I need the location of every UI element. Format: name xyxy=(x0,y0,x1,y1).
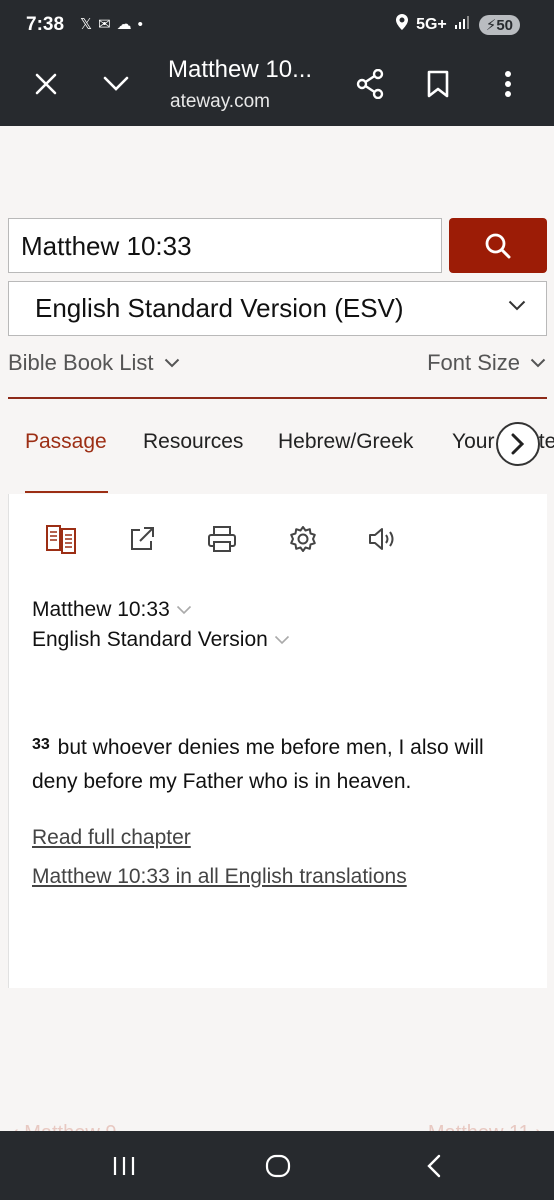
more-vertical-icon xyxy=(505,71,511,97)
cloud-icon: ☁ xyxy=(116,16,132,33)
recent-apps-button[interactable] xyxy=(104,1148,144,1184)
status-time: 7:38 xyxy=(26,14,65,35)
close-tab-button[interactable] xyxy=(24,62,68,106)
verse-number: 33 xyxy=(32,736,50,753)
tabs-scroll-right-button[interactable] xyxy=(496,422,540,466)
verse-text: but whoever denies me before men, I also… xyxy=(32,736,484,793)
read-full-chapter-link[interactable]: Read full chapter xyxy=(32,826,191,850)
printer-icon xyxy=(208,526,236,552)
chevron-down-icon xyxy=(176,605,191,615)
chevron-down-icon xyxy=(530,358,546,368)
tab-passage[interactable]: Passage xyxy=(25,430,107,454)
tab-url[interactable]: ateway.com xyxy=(170,91,270,113)
dot-icon: • xyxy=(137,15,143,33)
mail-icon: ✉ xyxy=(98,16,111,33)
open-new-window-button[interactable] xyxy=(124,521,160,557)
more-menu-button[interactable] xyxy=(486,62,530,106)
recents-icon xyxy=(113,1157,135,1175)
passage-version-dropdown[interactable]: English Standard Version xyxy=(32,628,290,652)
battery-indicator: ⚡50 xyxy=(478,14,520,35)
settings-button[interactable] xyxy=(285,521,321,557)
search-icon xyxy=(485,233,511,258)
parallel-book-icon xyxy=(46,525,76,554)
collapse-button[interactable] xyxy=(94,62,138,106)
chevron-down-icon xyxy=(164,358,179,368)
signal-icon xyxy=(454,15,471,34)
tab-hebrew-greek[interactable]: Hebrew/Greek xyxy=(278,430,413,454)
browser-chrome: 7:38 𝕏 ✉ ☁ • 5G+ ⚡50 Matthew 10... atewa… xyxy=(0,0,554,126)
print-button[interactable] xyxy=(204,521,240,557)
battery-level: 50 xyxy=(496,16,513,34)
passage-reference-dropdown[interactable]: Matthew 10:33 xyxy=(32,598,192,622)
location-icon xyxy=(396,14,409,35)
version-select-value: English Standard Version (ESV) xyxy=(35,293,404,323)
passage-reference: Matthew 10:33 xyxy=(32,598,170,621)
gear-icon xyxy=(290,526,316,552)
status-bar: 7:38 𝕏 ✉ ☁ • 5G+ ⚡50 xyxy=(0,0,554,50)
parallel-view-button[interactable] xyxy=(43,521,79,557)
audio-button[interactable] xyxy=(365,521,401,557)
home-button[interactable] xyxy=(258,1148,298,1184)
font-size-label: Font Size xyxy=(427,350,520,375)
chevron-down-icon xyxy=(103,76,129,91)
section-divider xyxy=(8,397,547,399)
chevron-right-icon xyxy=(511,433,525,455)
status-right: 5G+ ⚡50 xyxy=(396,14,520,35)
share-button[interactable] xyxy=(348,62,392,106)
bookmark-icon xyxy=(427,70,449,98)
external-link-icon xyxy=(131,527,154,550)
verse-text-block: 33 but whoever denies me before men, I a… xyxy=(32,728,532,799)
speaker-icon xyxy=(369,528,394,550)
system-nav-bar xyxy=(0,1131,554,1200)
bible-book-list-toggle[interactable]: Bible Book List xyxy=(8,350,180,376)
x-app-icon: 𝕏 xyxy=(80,16,93,33)
passage-search-input[interactable]: Matthew 10:33 xyxy=(8,218,442,273)
notification-icons: 𝕏 ✉ ☁ • xyxy=(80,15,143,34)
font-size-toggle[interactable]: Font Size xyxy=(427,350,546,376)
tab-title: Matthew 10... xyxy=(168,56,313,83)
bible-book-list-label: Bible Book List xyxy=(8,350,154,375)
home-icon xyxy=(265,1154,291,1178)
back-icon xyxy=(427,1154,441,1178)
close-icon xyxy=(35,73,57,95)
version-select[interactable]: English Standard Version (ESV) xyxy=(8,281,547,336)
bookmark-button[interactable] xyxy=(416,62,460,106)
content-tabs: Passage Resources Hebrew/Greek Your Cont… xyxy=(0,430,554,494)
chevron-down-icon xyxy=(274,635,289,645)
chevron-down-icon xyxy=(508,300,526,311)
search-button[interactable] xyxy=(449,218,547,273)
network-label: 5G+ xyxy=(416,15,447,33)
passage-version: English Standard Version xyxy=(32,628,268,651)
tab-resources[interactable]: Resources xyxy=(143,430,243,454)
all-translations-link[interactable]: Matthew 10:33 in all English translation… xyxy=(32,865,407,889)
active-tab-indicator xyxy=(25,491,108,493)
back-button[interactable] xyxy=(414,1148,454,1184)
share-icon xyxy=(356,69,384,99)
